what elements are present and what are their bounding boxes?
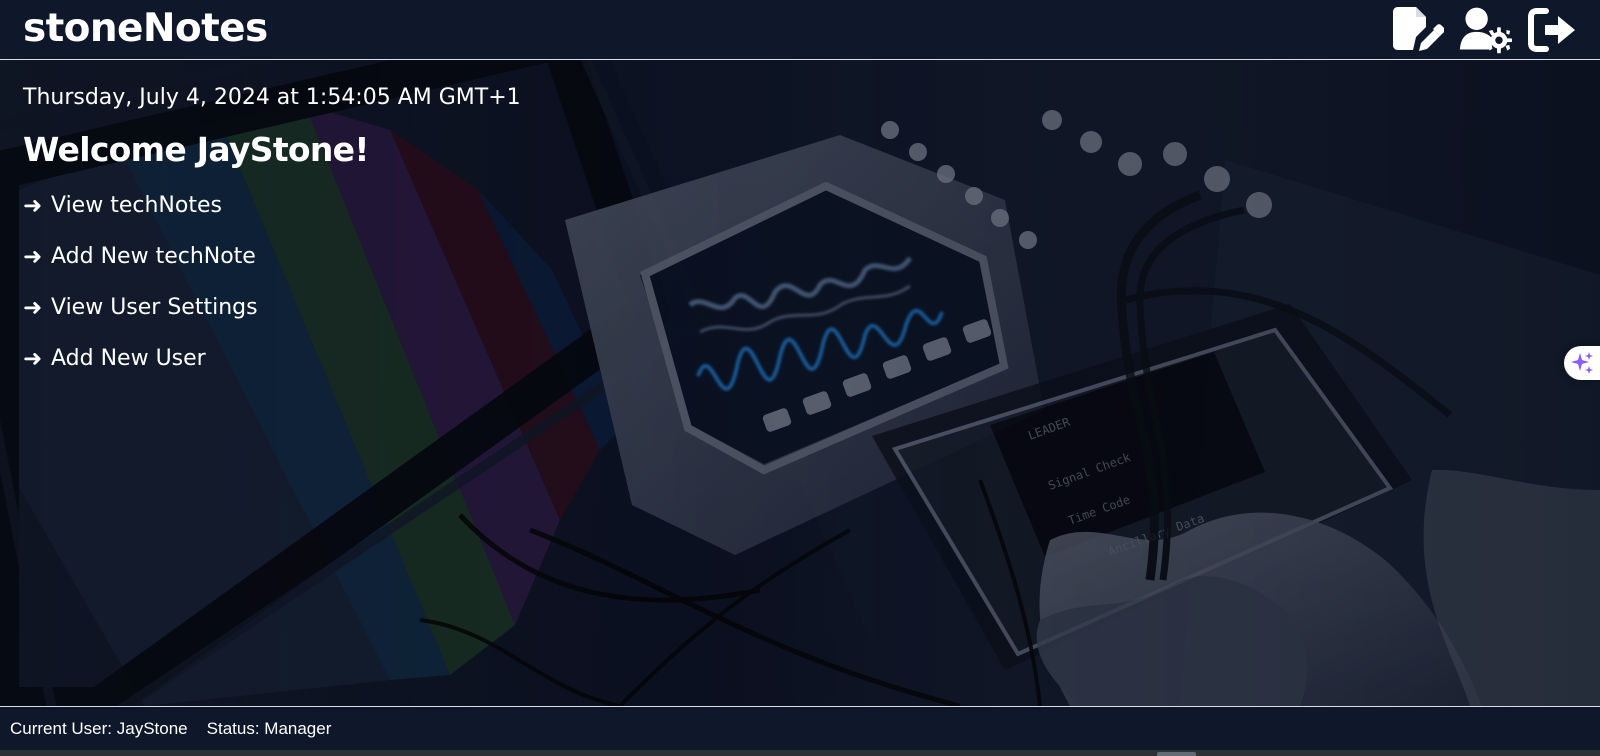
current-datetime: Thursday, July 4, 2024 at 1:54:05 AM GMT… (23, 85, 521, 110)
right-arrow-icon: ➜ (23, 244, 43, 270)
file-pen-icon (1393, 7, 1444, 51)
sign-out-icon (1528, 8, 1575, 52)
user-settings-button[interactable] (1458, 5, 1512, 55)
right-arrow-icon: ➜ (23, 295, 43, 321)
new-note-button[interactable] (1390, 5, 1444, 55)
header-actions (1390, 5, 1580, 55)
view-user-settings-link[interactable]: ➜ View User Settings (23, 294, 521, 345)
top-header: stoneNotes (0, 0, 1600, 60)
status-label: Status: Manager (206, 719, 332, 738)
logout-button[interactable] (1526, 5, 1580, 55)
home-navigation-list: ➜ View techNotes ➜ Add New techNote ➜ Vi… (23, 192, 521, 396)
bottom-strip-marker (1157, 752, 1196, 756)
add-new-user-link[interactable]: ➜ Add New User (23, 345, 521, 396)
side-assistant-button[interactable] (1564, 346, 1600, 380)
right-arrow-icon: ➜ (23, 346, 43, 372)
footer-user-status: Current User: JayStone Status: Manager (10, 718, 331, 740)
add-new-user-label: Add New User (51, 346, 206, 371)
stonenotes-window: stoneNotes LEADER Signal Check Time Code… (0, 0, 1600, 756)
add-technote-link[interactable]: ➜ Add New techNote (23, 243, 521, 294)
view-technotes-link[interactable]: ➜ View techNotes (23, 192, 521, 243)
welcome-panel: Thursday, July 4, 2024 at 1:54:05 AM GMT… (23, 84, 521, 396)
bottom-window-strip (0, 750, 1600, 756)
app-title: stoneNotes (23, 6, 268, 51)
right-arrow-icon: ➜ (23, 193, 43, 219)
home-content-area: LEADER Signal Check Time Code Ancillary … (0, 60, 1600, 706)
add-technote-label: Add New techNote (51, 244, 256, 269)
sparkle-icon (1570, 351, 1593, 374)
user-gear-icon (1459, 7, 1512, 54)
view-user-settings-label: View User Settings (51, 295, 258, 320)
view-technotes-label: View techNotes (51, 193, 222, 218)
current-user-label: Current User: JayStone (10, 719, 188, 738)
status-footer: Current User: JayStone Status: Manager (0, 706, 1600, 750)
welcome-heading: Welcome JayStone! (23, 130, 369, 169)
